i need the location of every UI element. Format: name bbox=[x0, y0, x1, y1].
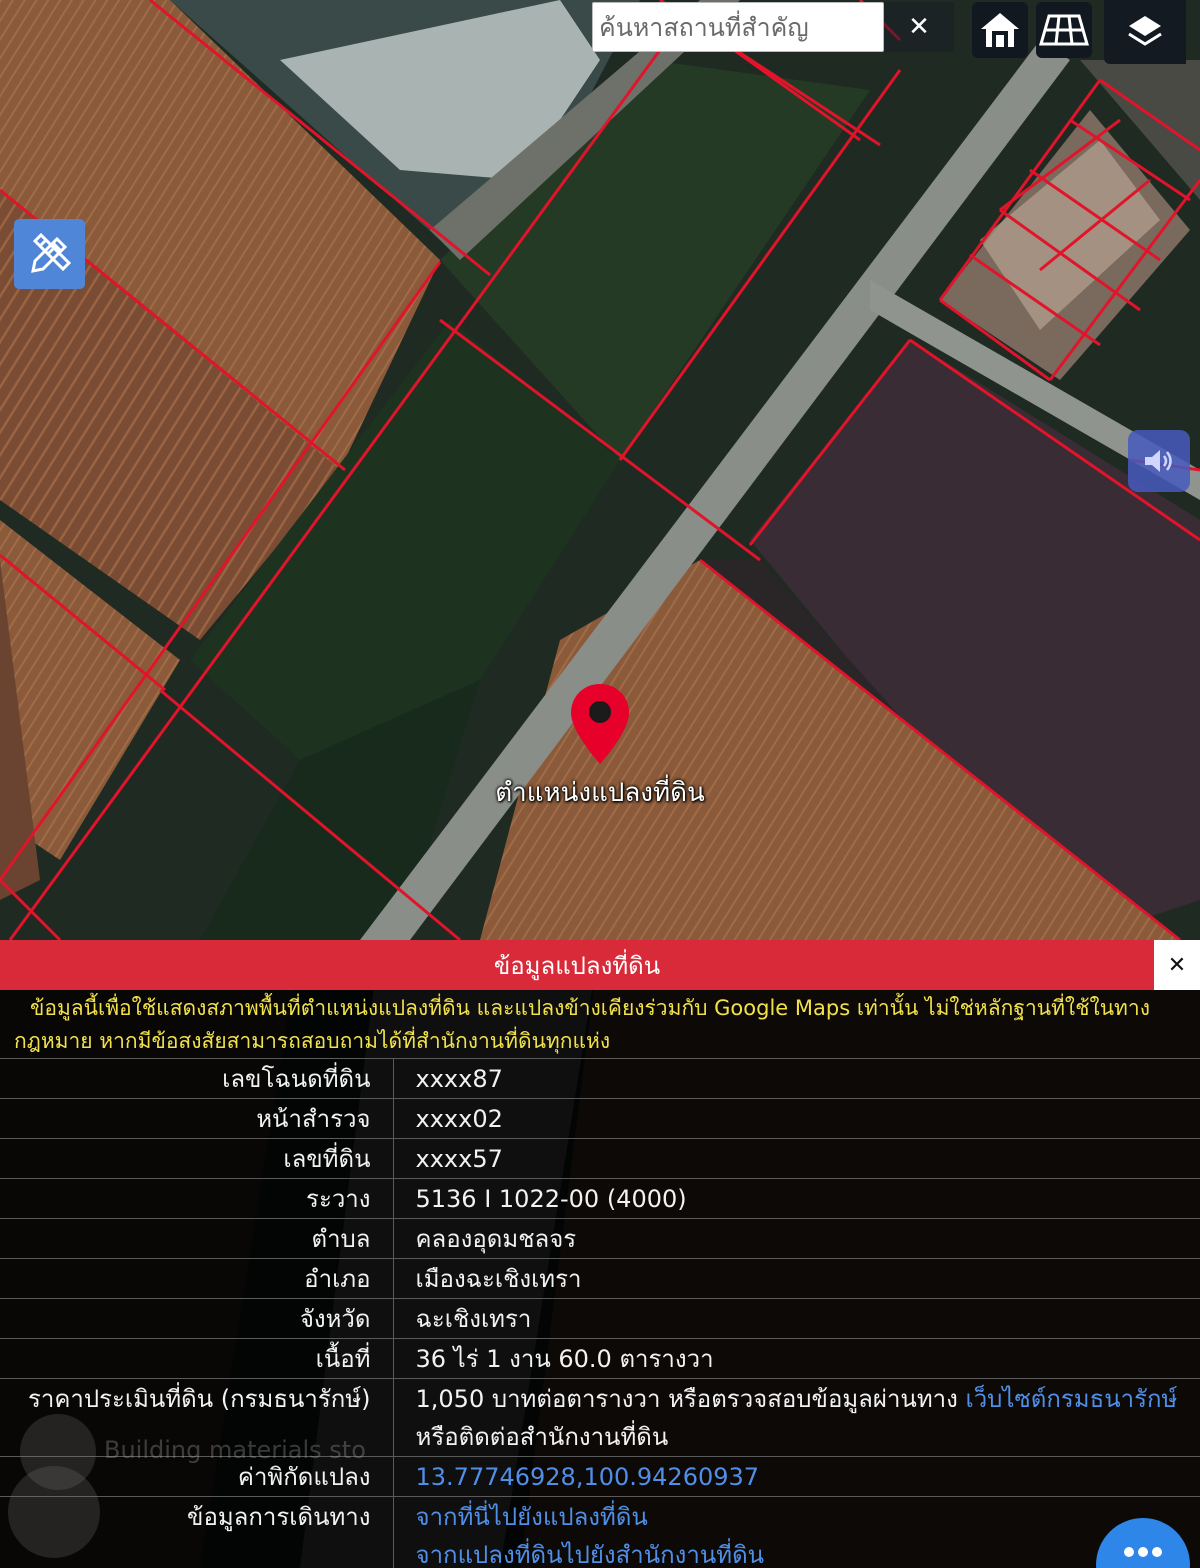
marker-label: ตำแหน่งแปลงที่ดิน bbox=[495, 778, 705, 808]
row-label: อำเภอ bbox=[0, 1258, 394, 1299]
row-value: คลองอุดมชลจร bbox=[393, 1218, 1200, 1259]
parcel-grid-button[interactable] bbox=[1036, 2, 1092, 58]
close-icon: ✕ bbox=[908, 12, 930, 42]
table-row: เลขที่ดิน xxxx57 bbox=[0, 1138, 1200, 1179]
home-button[interactable] bbox=[972, 2, 1028, 58]
table-row: ตำบล คลองอุดมชลจร bbox=[0, 1218, 1200, 1259]
table-row: ระวาง 5136 I 1022-00 (4000) bbox=[0, 1178, 1200, 1219]
panel-title-text: ข้อมูลแปลงที่ดิน bbox=[493, 951, 661, 980]
panel-body: ข้อมูลนี้เพื่อใช้แสดงสภาพพื้นที่ตำแหน่งแ… bbox=[0, 990, 1200, 1568]
row-label: เลขที่ดิน bbox=[0, 1138, 394, 1179]
row-label: จังหวัด bbox=[0, 1298, 394, 1339]
price-contact-text: หรือติดต่อสำนักงานที่ดิน bbox=[415, 1423, 669, 1451]
row-label: เลขโฉนดที่ดิน bbox=[0, 1058, 394, 1099]
row-value: 1,050 บาทต่อตารางวา หรือตรวจสอบข้อมูลผ่า… bbox=[393, 1378, 1200, 1457]
parcel-info-table: เลขโฉนดที่ดิน xxxx87 หน้าสำรวจ xxxx02 เล… bbox=[0, 1058, 1200, 1568]
row-label: เนื้อที่ bbox=[0, 1338, 394, 1379]
layers-button[interactable] bbox=[1104, 0, 1186, 64]
table-row: จังหวัด ฉะเชิงเทรา bbox=[0, 1298, 1200, 1339]
draw-measure-button[interactable] bbox=[14, 219, 85, 289]
pencil-ruler-icon bbox=[30, 232, 71, 273]
row-value: ฉะเชิงเทรา bbox=[393, 1298, 1200, 1339]
row-label: ตำบล bbox=[0, 1218, 394, 1259]
layers-icon bbox=[1128, 16, 1162, 46]
close-panel-button[interactable]: ✕ bbox=[1154, 940, 1200, 990]
map-pin-icon[interactable] bbox=[568, 682, 632, 766]
row-label: ระวาง bbox=[0, 1178, 394, 1219]
table-row: อำเภอ เมืองฉะเชิงเทรา bbox=[0, 1258, 1200, 1299]
directions-to-office-link[interactable]: จากแปลงที่ดินไปยังสำนักงานที่ดิน bbox=[416, 1541, 765, 1568]
speaker-icon bbox=[1145, 450, 1172, 472]
coordinates-link[interactable]: 13.77746928,100.94260937 bbox=[416, 1463, 760, 1491]
table-row: หน้าสำรวจ xxxx02 bbox=[0, 1098, 1200, 1139]
sound-button[interactable] bbox=[1128, 430, 1190, 492]
row-value: 13.77746928,100.94260937 bbox=[393, 1456, 1200, 1497]
row-value: xxxx57 bbox=[393, 1138, 1200, 1179]
table-row: เนื้อที่ 36 ไร่ 1 งาน 60.0 ตารางวา bbox=[0, 1338, 1200, 1379]
row-label: หน้าสำรวจ bbox=[0, 1098, 394, 1139]
row-value: เมืองฉะเชิงเทรา bbox=[393, 1258, 1200, 1299]
treasury-website-link[interactable]: เว็บไซต์กรมธนารักษ์ bbox=[965, 1385, 1177, 1413]
grid-icon bbox=[1039, 14, 1089, 46]
directions-to-parcel-link[interactable]: จากที่นี่ไปยังแปลงที่ดิน bbox=[416, 1503, 648, 1531]
row-value: 5136 I 1022-00 (4000) bbox=[393, 1178, 1200, 1219]
price-text: 1,050 บาทต่อตารางวา หรือตรวจสอบข้อมูลผ่า… bbox=[415, 1385, 966, 1413]
clear-search-button[interactable]: ✕ bbox=[884, 2, 954, 52]
search-input[interactable] bbox=[592, 2, 884, 52]
row-value: xxxx02 bbox=[393, 1098, 1200, 1139]
disclaimer-text: ข้อมูลนี้เพื่อใช้แสดงสภาพพื้นที่ตำแหน่งแ… bbox=[14, 996, 1150, 1053]
row-value: จากที่นี่ไปยังแปลงที่ดิน จากแปลงที่ดินไป… bbox=[393, 1496, 1200, 1568]
table-row: ข้อมูลการเดินทาง จากที่นี่ไปยังแปลงที่ดิ… bbox=[0, 1496, 1200, 1568]
close-icon: ✕ bbox=[1167, 952, 1187, 978]
row-value: 36 ไร่ 1 งาน 60.0 ตารางวา bbox=[393, 1338, 1200, 1379]
home-icon bbox=[981, 13, 1019, 47]
panel-title: ข้อมูลแปลงที่ดิน bbox=[0, 940, 1154, 990]
row-value: xxxx87 bbox=[393, 1058, 1200, 1099]
table-row: เลขโฉนดที่ดิน xxxx87 bbox=[0, 1058, 1200, 1099]
underlying-map-label: Building materials sto bbox=[104, 1436, 366, 1464]
parcel-info-panel: ข้อมูลแปลงที่ดิน ✕ ข้อมูลนี้เพื่อใช้แสดง… bbox=[0, 940, 1200, 1568]
info-icon bbox=[8, 1466, 100, 1558]
more-dots-icon bbox=[1124, 1547, 1162, 1557]
